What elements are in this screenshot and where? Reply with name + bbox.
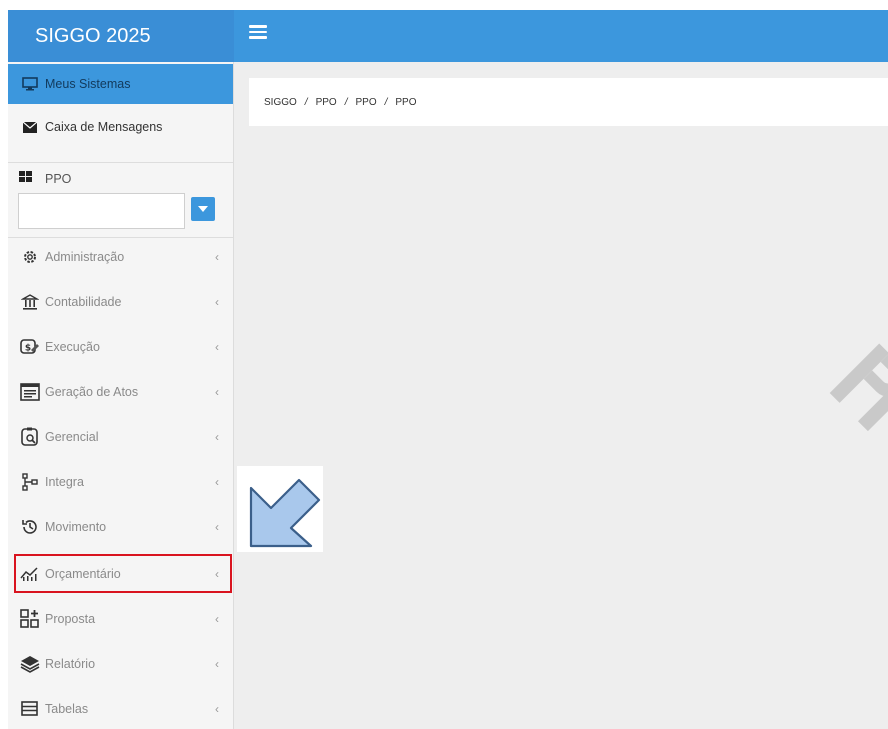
sidebar-item-label: Orçamentário [45, 567, 121, 581]
chevron-left-icon: ‹ [215, 385, 219, 399]
sidebar-item-meus-sistemas[interactable]: Meus Sistemas [8, 64, 233, 104]
bank-icon [19, 293, 41, 311]
top-navbar [234, 10, 888, 62]
sidebar-item-label: Gerencial [45, 430, 99, 444]
sidebar-item-execucao[interactable]: $ Execução ‹ [8, 327, 233, 367]
grid-plus-icon [19, 609, 41, 628]
breadcrumb-separator: / [344, 96, 348, 108]
sidebar-item-relatorio[interactable]: Relatório ‹ [8, 644, 233, 684]
chart-growth-icon [19, 565, 41, 583]
hamburger-menu-icon[interactable] [249, 25, 267, 39]
chevron-left-icon: ‹ [215, 612, 219, 626]
breadcrumb-item[interactable]: PPO [355, 97, 376, 108]
report-search-icon [19, 427, 41, 446]
monitor-icon [19, 75, 41, 93]
sidebar-item-geracao-de-atos[interactable]: Geração de Atos ‹ [8, 372, 233, 412]
app-logo[interactable]: SIGGO 2025 [8, 10, 234, 62]
sidebar-item-orcamentario[interactable]: Orçamentário ‹ [8, 554, 233, 594]
breadcrumb: SIGGO / PPO / PPO / PPO [249, 78, 888, 126]
grid-icon [19, 171, 41, 186]
sidebar-item-gerencial[interactable]: Gerencial ‹ [8, 417, 233, 457]
sidebar-item-label: Movimento [45, 520, 107, 534]
system-label: PPO [19, 171, 71, 186]
sidebar-item-tabelas[interactable]: Tabelas ‹ [8, 689, 233, 729]
chevron-left-icon: ‹ [215, 250, 219, 264]
hierarchy-icon [19, 473, 41, 491]
money-icon: $ [19, 338, 41, 356]
sidebar-item-proposta[interactable]: Proposta ‹ [8, 599, 233, 639]
document-list-icon [19, 383, 41, 401]
sidebar-item-contabilidade[interactable]: Contabilidade ‹ [8, 282, 233, 322]
sidebar-item-administracao[interactable]: Administração ‹ [8, 237, 233, 277]
sidebar-item-label: Tabelas [45, 702, 89, 716]
main-content: SIGGO / PPO / PPO / PPO [234, 62, 888, 729]
system-select-dropdown-button[interactable] [191, 197, 215, 221]
sidebar-item-movimento[interactable]: Movimento ‹ [8, 507, 233, 547]
sidebar-item-label: Relatório [45, 657, 96, 671]
chevron-left-icon: ‹ [215, 340, 219, 354]
table-icon [19, 700, 41, 718]
sidebar-item-label: Contabilidade [45, 295, 122, 309]
breadcrumb-item: PPO [395, 96, 417, 108]
system-label-text: PPO [45, 171, 72, 186]
breadcrumb-separator: / [304, 96, 308, 108]
sidebar-item-integra[interactable]: Integra ‹ [8, 462, 233, 502]
chevron-left-icon: ‹ [215, 475, 219, 489]
chevron-left-icon: ‹ [215, 657, 219, 671]
gear-group-icon [19, 248, 41, 266]
chevron-left-icon: ‹ [215, 567, 219, 581]
chevron-left-icon: ‹ [215, 702, 219, 716]
sidebar-item-label: Caixa de Mensagens [45, 120, 163, 134]
sidebar-item-label: Proposta [45, 612, 96, 626]
breadcrumb-item[interactable]: SIGGO [264, 97, 297, 108]
envelope-icon [19, 118, 41, 136]
sidebar-item-label: Execução [45, 340, 100, 354]
arrow-icon [249, 478, 321, 548]
app-title: SIGGO 2025 [35, 24, 151, 47]
sidebar-item-caixa-de-mensagens[interactable]: Caixa de Mensagens [8, 107, 233, 147]
layers-icon [19, 655, 41, 673]
breadcrumb-item[interactable]: PPO [316, 97, 337, 108]
chevron-left-icon: ‹ [215, 430, 219, 444]
sidebar-item-label: Geração de Atos [45, 385, 139, 399]
chevron-left-icon: ‹ [215, 295, 219, 309]
sidebar-item-label: Administração [45, 250, 125, 264]
sidebar-item-label: Meus Sistemas [45, 77, 131, 91]
system-select[interactable] [18, 193, 185, 229]
history-icon [19, 518, 41, 536]
sidebar: Meus Sistemas Caixa de Mensagens PPO Adm… [8, 62, 234, 729]
svg-text:$: $ [25, 344, 31, 354]
sidebar-divider [8, 162, 233, 163]
chevron-left-icon: ‹ [215, 520, 219, 534]
pointer-arrow-annotation [237, 466, 323, 552]
breadcrumb-separator: / [384, 96, 388, 108]
watermark-logo [818, 333, 888, 453]
sidebar-item-label: Integra [45, 475, 84, 489]
